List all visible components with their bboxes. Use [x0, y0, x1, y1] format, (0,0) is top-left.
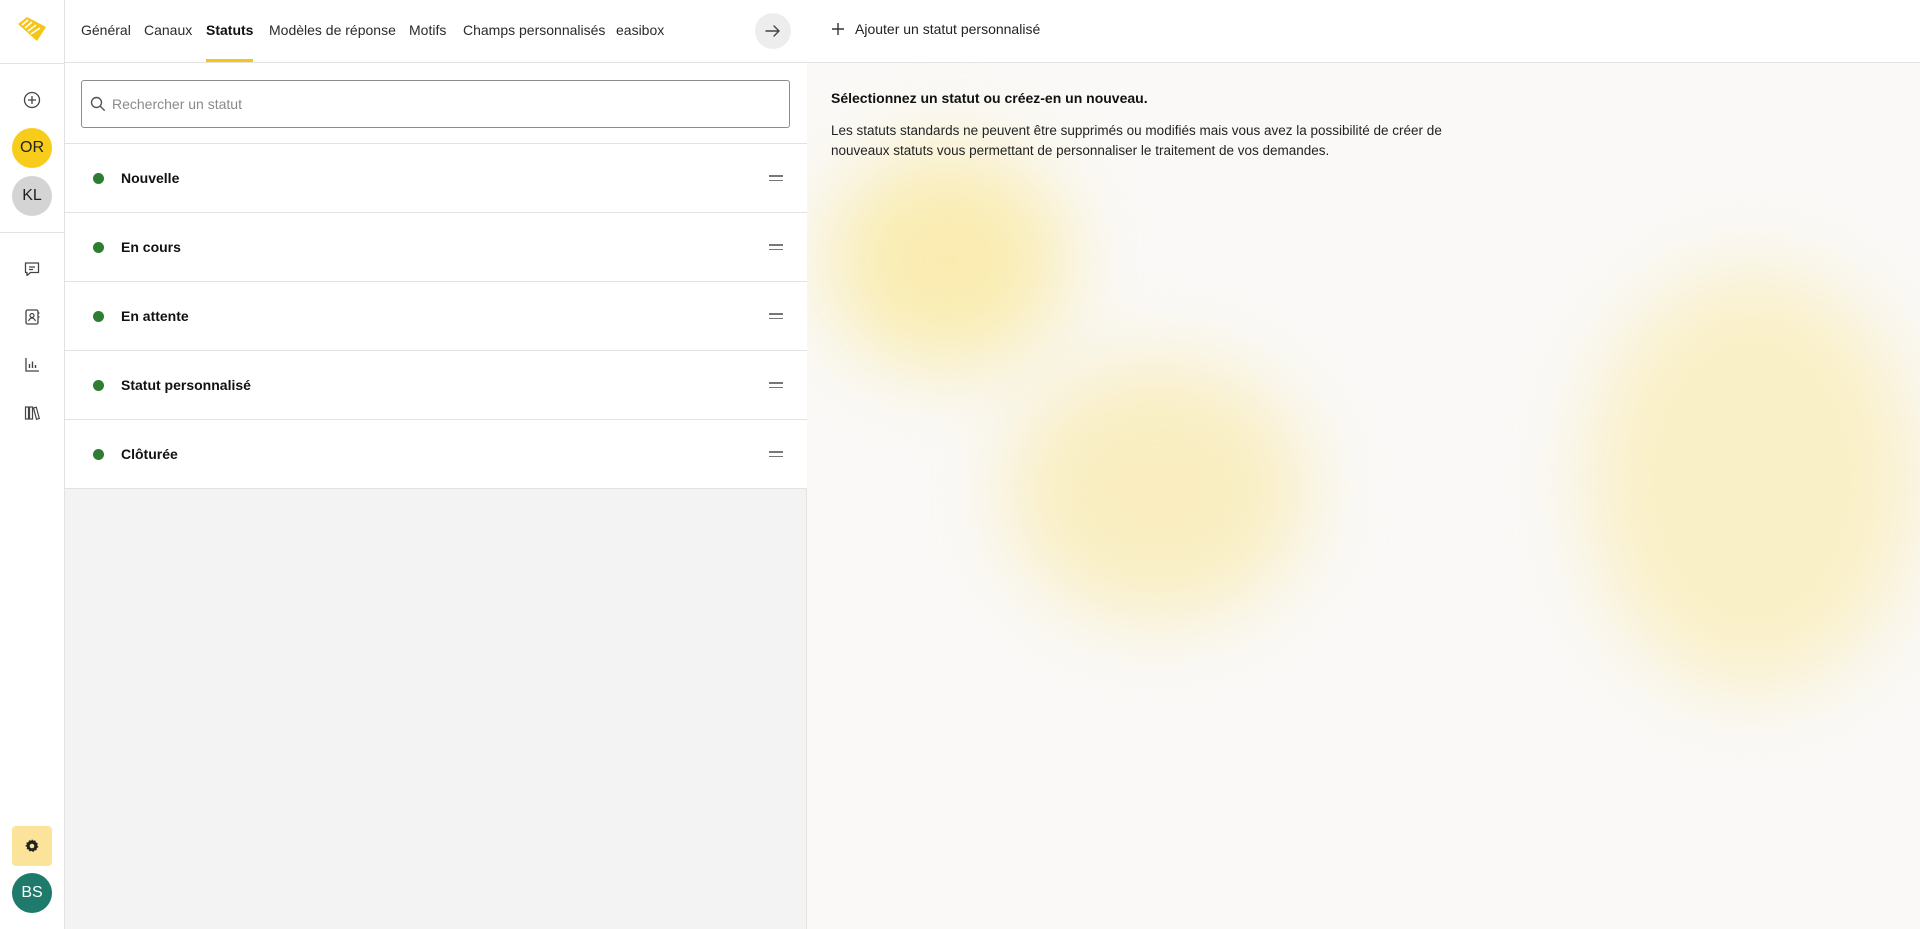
status-label: Nouvelle — [121, 170, 180, 186]
collapse-panel-button[interactable] — [755, 13, 791, 49]
status-row-statut-personnalise[interactable]: Statut personnalisé — [65, 351, 807, 420]
arrow-right-icon — [765, 25, 780, 37]
tab-champs-personnalises[interactable]: Champs personnalisés — [463, 21, 605, 39]
drag-handle-icon[interactable] — [769, 447, 783, 461]
decorative-blob — [1587, 270, 1917, 690]
status-color-dot — [93, 380, 104, 391]
status-label: En cours — [121, 239, 181, 255]
decorative-blob — [1007, 360, 1307, 620]
app-logo-icon[interactable] — [15, 14, 49, 44]
drag-handle-icon[interactable] — [769, 171, 783, 185]
status-color-dot — [93, 173, 104, 184]
plus-icon — [832, 23, 844, 35]
tab-easibox[interactable]: easibox — [616, 21, 664, 39]
intro-text: Les statuts standards ne peuvent être su… — [831, 123, 1442, 158]
conversations-icon[interactable] — [17, 254, 47, 284]
status-row-cloturee[interactable]: Clôturée — [65, 420, 807, 489]
gear-icon — [25, 839, 39, 853]
rail-divider — [0, 63, 64, 64]
avatar-bs[interactable]: BS — [12, 873, 52, 913]
status-color-dot — [93, 311, 104, 322]
status-label: Clôturée — [121, 446, 178, 462]
avatar-kl[interactable]: KL — [12, 176, 52, 216]
rail-divider — [0, 232, 64, 233]
status-list: Nouvelle En cours En attente Statut pers… — [65, 144, 807, 489]
status-row-nouvelle[interactable]: Nouvelle — [65, 144, 807, 213]
statistics-icon[interactable] — [17, 350, 47, 380]
new-request-icon[interactable] — [17, 85, 47, 115]
drag-handle-icon[interactable] — [769, 309, 783, 323]
status-row-en-attente[interactable]: En attente — [65, 282, 807, 351]
tab-canaux[interactable]: Canaux — [144, 21, 192, 39]
settings-tabs-bar: Général Canaux Statuts Modèles de répons… — [65, 0, 807, 63]
drag-handle-icon[interactable] — [769, 378, 783, 392]
settings-button[interactable] — [12, 826, 52, 866]
status-row-en-cours[interactable]: En cours — [65, 213, 807, 282]
status-label: Statut personnalisé — [121, 377, 251, 393]
decorative-blob — [827, 150, 1067, 370]
detail-toolbar: Ajouter un statut personnalisé — [807, 0, 1920, 63]
tab-modeles-de-reponse[interactable]: Modèles de réponse — [269, 21, 396, 39]
status-label: En attente — [121, 308, 189, 324]
avatar-or[interactable]: OR — [12, 128, 52, 168]
tab-general[interactable]: Général — [81, 21, 131, 39]
active-tab-indicator — [206, 59, 253, 62]
status-detail-panel: Ajouter un statut personnalisé Sélection… — [807, 0, 1920, 929]
search-box — [81, 80, 790, 128]
search-icon — [90, 96, 105, 111]
tab-motifs[interactable]: Motifs — [409, 21, 446, 39]
add-custom-status-button[interactable]: Ajouter un statut personnalisé — [831, 21, 1040, 37]
intro-title: Sélectionnez un statut ou créez-en un no… — [831, 90, 1148, 106]
add-custom-status-label: Ajouter un statut personnalisé — [855, 21, 1041, 37]
drag-handle-icon[interactable] — [769, 240, 783, 254]
statuses-panel: Général Canaux Statuts Modèles de répons… — [65, 0, 871, 929]
search-section — [65, 63, 807, 144]
search-input[interactable] — [112, 81, 782, 127]
status-color-dot — [93, 449, 104, 460]
left-rail: OR KL BS — [0, 0, 65, 929]
library-icon[interactable] — [17, 398, 47, 428]
tab-statuts[interactable]: Statuts — [206, 21, 253, 39]
status-color-dot — [93, 242, 104, 253]
contacts-icon[interactable] — [17, 302, 47, 332]
